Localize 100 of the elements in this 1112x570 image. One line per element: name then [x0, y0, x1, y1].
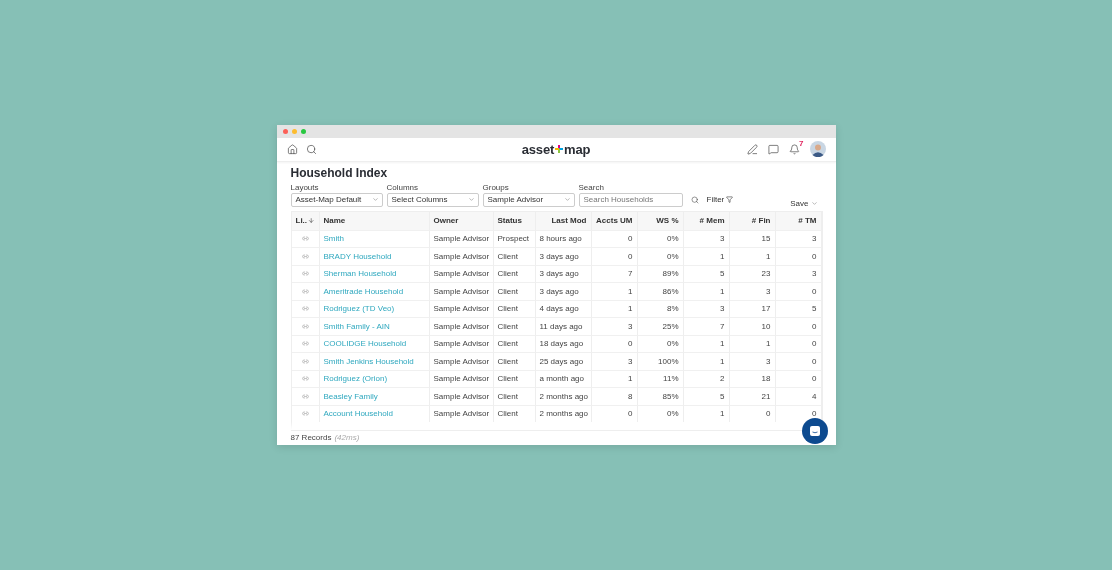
pen-icon[interactable]	[746, 143, 758, 155]
table-cell: 1	[683, 334, 730, 352]
table-cell: Client	[493, 334, 536, 352]
table-cell: 23	[729, 264, 776, 282]
chevron-down-icon	[371, 196, 379, 203]
column-header[interactable]: WS %	[637, 211, 684, 230]
field-label: Groups	[482, 182, 510, 192]
table-cell: Sample Advisor	[429, 387, 494, 405]
table-cell: 1	[683, 247, 730, 265]
table-cell: 17	[729, 299, 776, 317]
table-cell: a month ago	[535, 369, 592, 387]
table-cell: 8%	[637, 299, 684, 317]
save-button[interactable]: Save	[790, 196, 818, 211]
table-cell: 89%	[637, 264, 684, 282]
dropdown[interactable]: Select Columns	[386, 192, 479, 207]
search-icon[interactable]	[305, 143, 317, 155]
link-icon[interactable]	[301, 270, 309, 278]
table-cell: 3	[591, 317, 638, 335]
dropdown[interactable]: Asset-Map Default	[290, 192, 383, 207]
table-cell: 0%	[637, 229, 684, 247]
table-cell: 10	[729, 317, 776, 335]
table-cell: Sample Advisor	[429, 229, 494, 247]
field-label: Columns	[386, 182, 420, 192]
table-cell: 5	[775, 299, 822, 317]
link-icon[interactable]	[301, 392, 309, 400]
column-header[interactable]: # TM	[775, 211, 822, 230]
link-icon[interactable]	[301, 357, 309, 365]
link-icon[interactable]	[301, 252, 309, 260]
link-icon[interactable]	[301, 340, 309, 348]
table-cell: Client	[493, 317, 536, 335]
table-cell: 0	[775, 334, 822, 352]
table-cell: 4 days ago	[535, 299, 592, 317]
chevron-down-icon	[563, 196, 571, 203]
table-cell: 1	[591, 282, 638, 300]
table-cell: Client	[493, 352, 536, 370]
column-header[interactable]: Accts UM	[591, 211, 638, 230]
table-cell: 3	[729, 282, 776, 300]
funnel-icon	[726, 196, 734, 203]
column-header[interactable]: Status	[493, 211, 536, 230]
record-count: 87 Records	[290, 433, 332, 442]
maximize-dot[interactable]	[300, 129, 306, 135]
avatar[interactable]	[809, 141, 826, 158]
chevron-down-icon	[467, 196, 475, 203]
column-header[interactable]: Last Mod	[535, 211, 592, 230]
chat-icon[interactable]	[767, 143, 779, 155]
column-header[interactable]: # Mem	[683, 211, 730, 230]
table-cell: 0	[775, 352, 822, 370]
table-cell: 1	[729, 247, 776, 265]
close-dot[interactable]	[282, 129, 288, 135]
table-cell: Client	[493, 247, 536, 265]
link-icon[interactable]	[301, 287, 309, 295]
column-header[interactable]: Name	[319, 211, 430, 230]
field-label: Layouts	[290, 182, 320, 192]
table-cell: 0	[775, 369, 822, 387]
table-cell: 8 hours ago	[535, 229, 592, 247]
table-cell: 1	[591, 369, 638, 387]
search-field[interactable]: Search Households	[578, 192, 683, 207]
table-cell: 21	[729, 387, 776, 405]
sort-arrow-icon	[308, 217, 315, 224]
column-header[interactable]: # Fin	[729, 211, 776, 230]
table-cell: Client	[493, 282, 536, 300]
chat-button[interactable]	[801, 418, 828, 444]
table-cell: 1	[591, 299, 638, 317]
column-header[interactable]: Owner	[429, 211, 494, 230]
table-cell: 0	[591, 247, 638, 265]
table-cell: 11 days ago	[535, 317, 592, 335]
table-cell: 4	[775, 387, 822, 405]
table-cell: 3 days ago	[535, 264, 592, 282]
table-cell: 18 days ago	[535, 334, 592, 352]
link-icon[interactable]	[301, 235, 309, 243]
minimize-dot[interactable]	[291, 129, 297, 135]
table-cell: Client	[493, 264, 536, 282]
column-header[interactable]: Li..	[291, 211, 320, 230]
link-icon[interactable]	[301, 410, 309, 418]
table-cell: 5	[683, 387, 730, 405]
table-cell: 7	[683, 317, 730, 335]
table-cell: 0	[775, 282, 822, 300]
table-cell: 3	[591, 352, 638, 370]
filter-button[interactable]: Filter	[706, 192, 734, 207]
table-cell: 0%	[637, 404, 684, 422]
logo-text: map	[564, 141, 591, 157]
table-cell: 1	[683, 282, 730, 300]
link-icon[interactable]	[301, 305, 309, 313]
table-cell: 85%	[637, 387, 684, 405]
table-cell: Sample Advisor	[429, 282, 494, 300]
chevron-down-icon	[810, 200, 818, 207]
dropdown[interactable]: Sample Advisor	[482, 192, 575, 207]
table-cell: 25 days ago	[535, 352, 592, 370]
table-cell: 3	[683, 229, 730, 247]
table-cell: 3 days ago	[535, 247, 592, 265]
table-cell: 0	[591, 229, 638, 247]
home-icon[interactable]	[286, 143, 298, 155]
chat-icon	[808, 425, 821, 437]
table-cell: 0%	[637, 334, 684, 352]
table-cell: Sample Advisor	[429, 404, 494, 422]
table-cell: Sample Advisor	[429, 334, 494, 352]
table-cell: 11%	[637, 369, 684, 387]
field-label: Search	[578, 182, 605, 192]
link-icon[interactable]	[301, 322, 309, 330]
link-icon[interactable]	[301, 375, 309, 383]
